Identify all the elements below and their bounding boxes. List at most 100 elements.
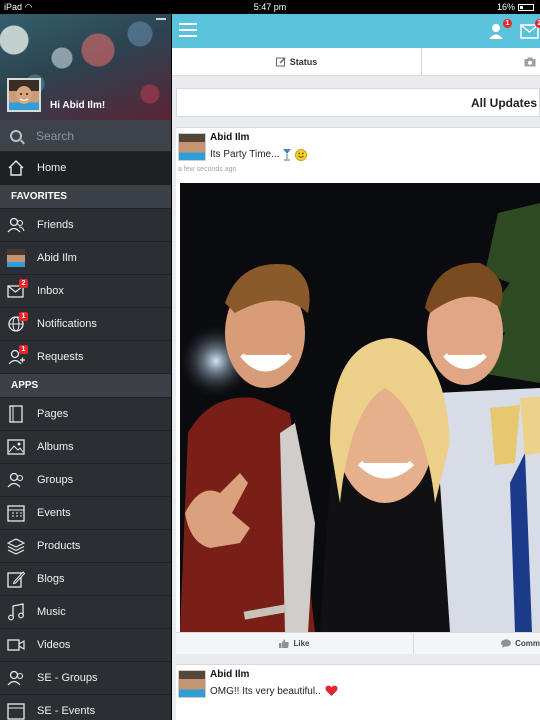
sidebar-item-friends[interactable]: Friends [0,209,171,242]
composer-tabs: Status [172,48,540,76]
sidebar-item-home[interactable]: Home [0,152,171,185]
battery-icon [518,3,534,11]
add-user-icon: 1 [7,345,28,366]
main-content: 1 2 Status All Updates Abid Ilm Its Part… [172,14,540,720]
sidebar-item-inbox[interactable]: 2 Inbox [0,275,171,308]
home-icon [7,159,25,177]
sidebar-item-se-events[interactable]: SE - Events [0,695,171,720]
menu-icon[interactable] [179,23,197,37]
post-photo[interactable] [180,183,540,632]
sidebar-search[interactable]: Search [0,120,171,152]
groups-icon [7,669,25,687]
post-author[interactable]: Abid Ilm [210,132,249,143]
sidebar-item-se-groups[interactable]: SE - Groups [0,662,171,695]
layers-icon [6,537,26,555]
cocktail-icon [283,149,292,161]
sidebar-item-events[interactable]: Events [0,497,171,530]
tab-status-label: Status [289,57,318,67]
sidebar-item-albums[interactable]: Albums [0,431,171,464]
sidebar: Hi Abid Ilm! Search Home FAVORITES Frien… [0,14,171,720]
feed-post: Abid Ilm OMG!! Its very beautiful.. [176,664,540,720]
inbox-badge: 2 [19,279,28,288]
friends-icon [7,216,25,234]
sidebar-item-label: Groups [37,474,74,486]
profile-avatar[interactable] [7,78,41,112]
sidebar-item-blogs[interactable]: Blogs [0,563,171,596]
sidebar-item-requests[interactable]: 1 Requests [0,341,171,374]
sidebar-item-label: Inbox [37,285,64,297]
avatar-icon [7,249,25,267]
search-icon [10,129,22,142]
like-label: Like [293,639,310,648]
sidebar-item-label: Blogs [37,573,65,585]
comment-icon [501,639,512,648]
avatar-face-icon [9,80,39,110]
party-photo-image [180,183,540,632]
sidebar-item-label: Albums [37,441,74,453]
messages-icon[interactable]: 2 [520,19,540,40]
requests-badge: 1 [19,345,28,354]
camera-icon [524,57,536,67]
top-bar: 1 2 [172,14,540,48]
all-updates-header[interactable]: All Updates [176,88,540,117]
sidebar-item-label: Home [37,162,67,174]
edit-icon [7,570,26,588]
sidebar-item-pages[interactable]: Pages [0,398,171,431]
sidebar-item-music[interactable]: Music [0,596,171,629]
groups-icon [7,471,25,489]
sidebar-item-label: Products [37,540,81,552]
post-text-content: OMG!! Its very beautiful.. [210,685,321,697]
sidebar-item-notifications[interactable]: 1 Notifications [0,308,171,341]
status-time: 5:47 pm [253,2,287,12]
profile-greeting: Hi Abid Ilm! [50,100,106,111]
page-icon [7,405,25,423]
friend-requests-badge: 1 [503,19,512,28]
post-actions: Like Comm [176,632,540,654]
battery-percent: 16% [496,2,515,12]
tab-status[interactable]: Status [172,48,422,76]
post-text: OMG!! Its very beautiful.. [210,685,338,697]
inbox-icon: 2 [7,279,28,300]
calendar-icon [7,702,25,720]
post-text: Its Party Time... [210,148,308,161]
heart-icon [325,685,338,696]
pencil-icon [275,57,286,67]
all-updates-label: All Updates [470,96,537,110]
sidebar-item-label: SE - Events [37,705,96,717]
post-author[interactable]: Abid Ilm [210,669,249,680]
sidebar-item-products[interactable]: Products [0,530,171,563]
feed-post: Abid Ilm Its Party Time... a few seconds… [176,127,540,654]
video-icon [7,636,25,654]
thumbs-up-icon [279,639,290,648]
sidebar-item-videos[interactable]: Videos [0,629,171,662]
status-bar: iPad ◠ 5:47 pm 16% [0,0,540,14]
sidebar-item-label: Pages [37,408,69,420]
post-text-content: Its Party Time... [210,149,280,160]
collapse-handle-icon[interactable] [156,18,166,20]
sidebar-item-label: Abid Ilm [37,252,77,264]
sidebar-item-label: SE - Groups [37,672,98,684]
smiley-icon [295,148,308,161]
section-apps: APPS [0,374,171,398]
profile-header[interactable]: Hi Abid Ilm! [0,14,171,120]
album-icon [7,438,25,456]
sidebar-item-label: Requests [37,351,84,363]
post-author-avatar[interactable] [178,133,206,161]
sidebar-item-label: Events [37,507,71,519]
comment-button[interactable]: Comm [414,633,540,654]
globe-icon: 1 [7,312,28,333]
post-timestamp: a few seconds ago [178,166,237,173]
sidebar-item-label: Notifications [37,318,97,330]
like-button[interactable]: Like [176,633,414,654]
notifications-badge: 1 [19,312,28,321]
post-author-avatar[interactable] [178,670,206,698]
sidebar-item-label: Friends [37,219,74,231]
search-placeholder: Search [36,128,75,143]
sidebar-item-label: Videos [37,639,71,651]
sidebar-item-groups[interactable]: Groups [0,464,171,497]
friend-requests-icon[interactable]: 1 [488,19,512,40]
battery-status: 16% [497,2,534,12]
tab-photo[interactable] [422,48,540,76]
sidebar-item-abid-ilm[interactable]: Abid Ilm [0,242,171,275]
sidebar-item-label: Music [37,606,66,618]
